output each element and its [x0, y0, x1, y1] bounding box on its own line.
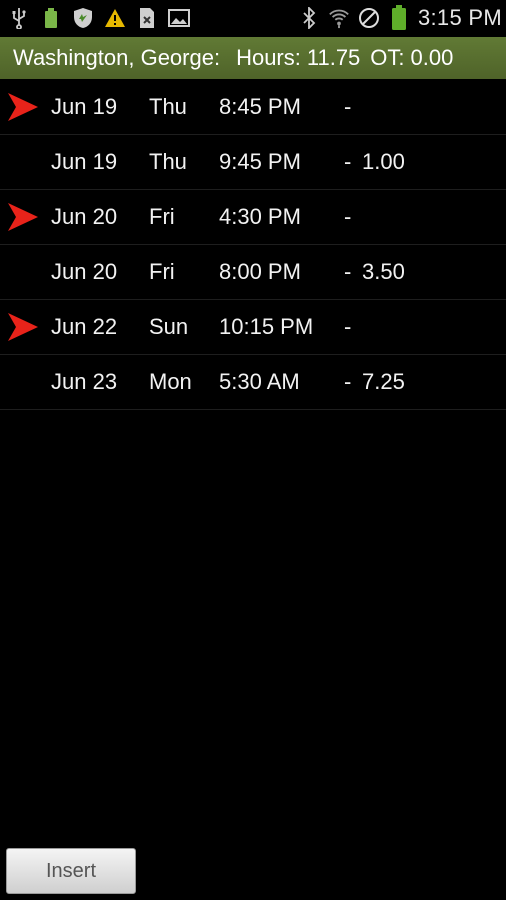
punch-time: 8:00 PM — [219, 259, 301, 284]
punch-row[interactable]: Jun 19 Thu 9:45 PM - 1.00 — [0, 135, 506, 190]
no-sound-icon — [358, 7, 380, 29]
shield-sync-icon — [72, 7, 94, 29]
punch-row[interactable]: Jun 19 Thu 8:45 PM - — [0, 80, 506, 135]
punch-separator: - — [344, 94, 352, 119]
hours-label: Hours: — [236, 45, 301, 70]
punch-time: 5:30 AM — [219, 369, 300, 394]
summary-header: Washington, George: Hours: 11.75 OT: 0.0… — [0, 37, 506, 79]
bluetooth-icon — [298, 7, 320, 29]
wifi-icon — [328, 7, 350, 29]
punch-separator: - — [344, 314, 352, 339]
punch-list: Jun 19 Thu 8:45 PM - Jun 19 Thu 9:45 PM … — [0, 80, 506, 410]
punch-time: 10:15 PM — [219, 314, 314, 339]
punch-row[interactable]: Jun 20 Fri 4:30 PM - — [0, 190, 506, 245]
punch-separator: - — [344, 149, 352, 174]
employee-name: Washington, George: — [13, 45, 221, 70]
punch-date: Jun 20 — [51, 204, 118, 229]
warning-icon — [104, 7, 126, 29]
punch-day: Mon — [149, 369, 192, 394]
clock: 3:15 PM — [417, 5, 502, 30]
system-icons: 3:15 PM — [298, 5, 506, 31]
hours-total: 11.75 — [306, 45, 361, 70]
punch-day: Fri — [149, 259, 175, 284]
punch-row[interactable]: Jun 22 Sun 10:15 PM - — [0, 300, 506, 355]
punch-separator: - — [344, 259, 352, 284]
ot-label: OT: — [370, 45, 405, 70]
punch-time: 9:45 PM — [219, 149, 301, 174]
punch-day: Sun — [149, 314, 189, 339]
punch-date: Jun 19 — [51, 149, 118, 174]
battery-icon — [388, 5, 410, 30]
punch-separator: - — [344, 369, 352, 394]
punch-date: Jun 22 — [51, 314, 118, 339]
usb-icon — [8, 7, 30, 29]
punch-date: Jun 19 — [51, 94, 118, 119]
punch-separator: - — [344, 204, 352, 229]
status-bar: 3:15 PM — [0, 0, 506, 36]
picture-icon — [168, 7, 190, 29]
punch-hours: 3.50 — [362, 259, 405, 284]
punch-date: Jun 20 — [51, 259, 118, 284]
punch-time: 8:45 PM — [219, 94, 301, 119]
punch-time: 4:30 PM — [219, 204, 301, 229]
punch-hours: 7.25 — [362, 369, 405, 394]
insert-button[interactable]: Insert — [6, 848, 136, 894]
clock-in-arrow-icon — [8, 93, 38, 121]
punch-date: Jun 23 — [51, 369, 118, 394]
clock-in-arrow-icon — [8, 313, 38, 341]
notification-icons — [0, 7, 190, 29]
punch-hours: 1.00 — [362, 149, 405, 174]
punch-row[interactable]: Jun 23 Mon 5:30 AM - 7.25 — [0, 355, 506, 410]
sim-icon — [136, 7, 158, 29]
punch-row[interactable]: Jun 20 Fri 8:00 PM - 3.50 — [0, 245, 506, 300]
punch-day: Fri — [149, 204, 175, 229]
battery-app-icon — [40, 7, 62, 29]
ot-total: 0.00 — [410, 45, 454, 70]
punch-day: Thu — [149, 149, 187, 174]
clock-in-arrow-icon — [8, 203, 38, 231]
punch-day: Thu — [149, 94, 187, 119]
